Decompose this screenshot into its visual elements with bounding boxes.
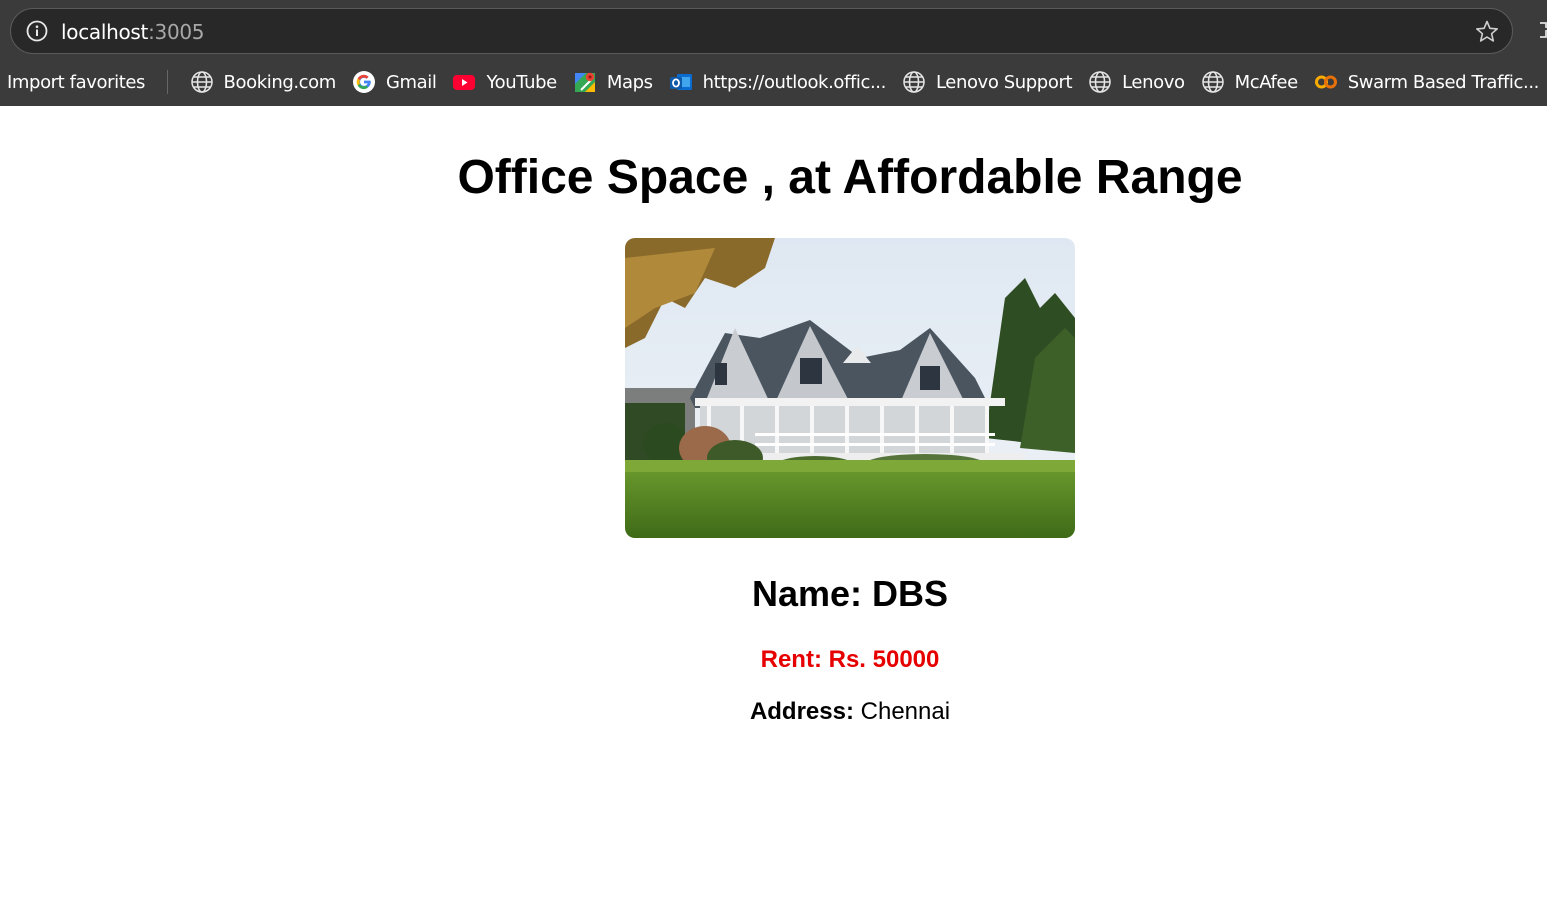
bookmarks-bar: Import favorites Booking.com Gmail YouTu… [0, 62, 1547, 102]
bookmarks-separator [167, 70, 168, 94]
bookmark-label: Gmail [385, 71, 437, 93]
bookmark-label: McAfee [1234, 71, 1299, 93]
bookmark-label: Import favorites [7, 71, 146, 93]
address-bar[interactable]: localhost:3005 [10, 8, 1513, 54]
browser-chrome: localhost:3005 Import favorites Booking.… [0, 0, 1547, 106]
google-icon [352, 71, 375, 93]
bookmark-label: Booking.com [223, 71, 337, 93]
bookmark-label: YouTube [486, 71, 557, 93]
bookmark-label: Lenovo Support [935, 71, 1073, 93]
property-image [625, 238, 1075, 538]
bookmark-label: https://outlook.offic... [702, 71, 887, 93]
page-title: Office Space , at Affordable Range [457, 151, 1243, 204]
bookmark-gmail[interactable]: Gmail [344, 66, 445, 98]
bookmark-label: Maps [606, 71, 653, 93]
youtube-icon [453, 75, 476, 90]
url-text[interactable]: localhost:3005 [61, 20, 205, 44]
property-address: Address: Chennai [625, 698, 1075, 726]
globe-icon [190, 71, 213, 93]
bookmark-import-favorites[interactable]: Import favorites [0, 66, 167, 98]
bookmark-outlook[interactable]: https://outlook.offic... [661, 66, 894, 98]
globe-icon [1089, 71, 1111, 93]
bookmark-label: Lenovo [1122, 71, 1185, 93]
url-host: localhost [61, 20, 149, 44]
colab-icon [1314, 75, 1337, 89]
bookmark-booking[interactable]: Booking.com [182, 66, 344, 98]
extensions-icon[interactable] [1536, 20, 1547, 40]
bookmark-lenovo-support[interactable]: Lenovo Support [894, 66, 1080, 98]
address-label: Address: [749, 698, 854, 725]
page-content: Office Space , at Affordable Range Name:… [0, 106, 1547, 898]
bookmark-youtube[interactable]: YouTube [444, 66, 564, 98]
globe-icon [1201, 71, 1224, 93]
address-value: Chennai [853, 698, 951, 725]
outlook-icon [669, 74, 692, 90]
globe-icon [903, 71, 925, 93]
bookmark-lenovo[interactable]: Lenovo [1080, 66, 1192, 98]
property-name: Name: DBS [751, 573, 949, 614]
bookmark-mcafee[interactable]: McAfee [1193, 66, 1306, 98]
bookmark-maps[interactable]: Maps [565, 66, 661, 98]
star-icon[interactable] [1474, 19, 1500, 45]
maps-icon [574, 72, 595, 92]
bookmark-swarm[interactable]: Swarm Based Traffic... [1306, 66, 1547, 98]
property-rent: Rent: Rs. 50000 [760, 646, 940, 673]
url-port: :3005 [148, 20, 205, 44]
bookmark-label: Swarm Based Traffic... [1347, 71, 1540, 93]
info-icon[interactable] [25, 19, 49, 43]
